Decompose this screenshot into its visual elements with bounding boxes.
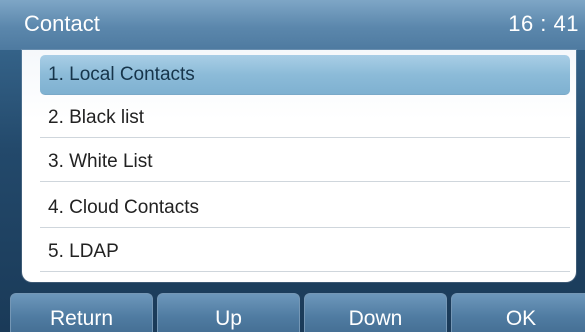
up-button[interactable]: Up (157, 293, 300, 332)
menu-item-label: 5. LDAP (48, 241, 119, 262)
menu-item-label: 4. Cloud Contacts (48, 197, 200, 218)
menu-item-label: 3. White List (48, 151, 153, 172)
menu-item-white-list[interactable]: 3. White List (40, 142, 570, 182)
clock: 16 : 41 (508, 11, 579, 36)
title-bar: Contact 16 : 41 (0, 0, 585, 50)
menu-item-local-contacts[interactable]: 1. Local Contacts (40, 55, 570, 95)
menu-item-cloud-contacts[interactable]: 4. Cloud Contacts (40, 188, 570, 228)
contact-menu-list: 1. Local Contacts 2. Black list 3. White… (22, 50, 576, 282)
page-title: Contact (24, 11, 100, 36)
down-button[interactable]: Down (304, 293, 447, 332)
softkey-bar: Return Up Down OK (0, 293, 585, 332)
menu-item-label: 1. Local Contacts (48, 64, 195, 85)
menu-item-label: 2. Black list (48, 107, 145, 128)
return-button[interactable]: Return (10, 293, 153, 332)
menu-item-ldap[interactable]: 5. LDAP (40, 232, 570, 272)
ok-button[interactable]: OK (451, 293, 585, 332)
phone-screen: Contact 16 : 41 1. Local Contacts 2. Bla… (0, 0, 585, 332)
menu-item-black-list[interactable]: 2. Black list (40, 98, 570, 138)
